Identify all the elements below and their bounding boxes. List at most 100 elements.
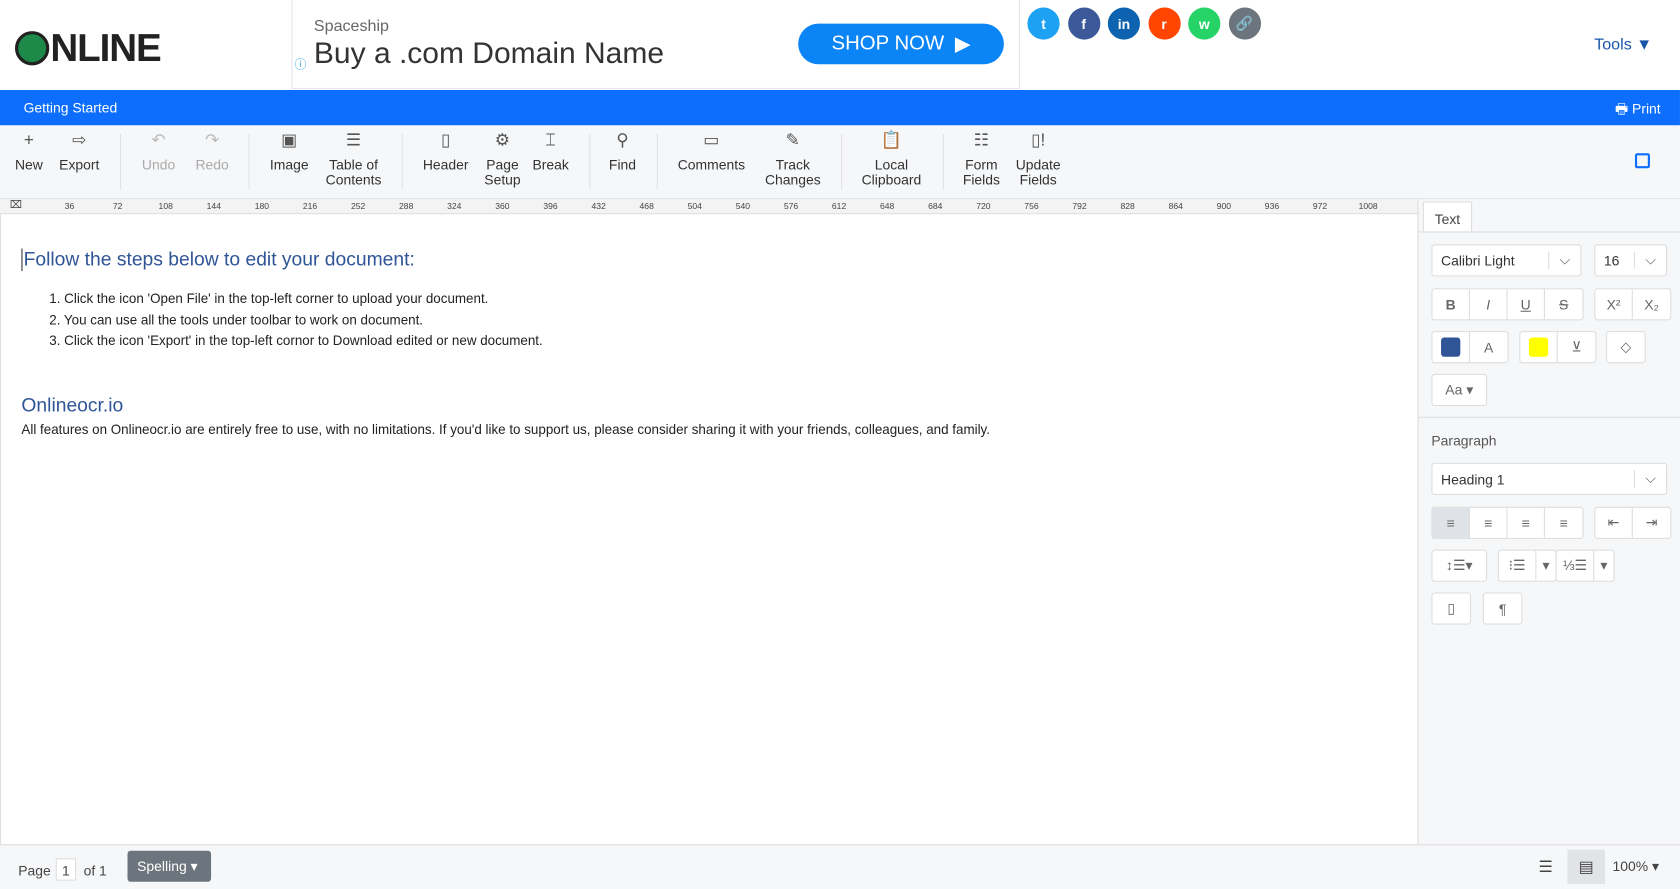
new-button[interactable]: + New (14, 131, 43, 173)
numbered-dropdown-icon[interactable]: ▾ (1594, 551, 1613, 581)
step-item[interactable]: 2. You can use all the tools under toolb… (49, 310, 542, 331)
toolbar-divider (401, 133, 403, 190)
ruler-tick-label: 612 (831, 201, 847, 212)
clear-format-eraser-icon[interactable]: ◇ (1607, 332, 1644, 362)
ruler-tick-label: 144 (206, 201, 221, 212)
link-share-icon[interactable]: 🔗 (1228, 7, 1261, 40)
toolbar-label: Page Setup (484, 156, 521, 188)
track-changes-button[interactable]: ✎ Track Changes (764, 132, 821, 188)
ad-banner[interactable]: ⓘ Spaceship Buy a .com Domain Name SHOP … (291, 0, 1020, 89)
font-color-button[interactable] (1432, 332, 1470, 363)
undo-icon: ↶ (151, 131, 166, 150)
font-color-icon[interactable]: A (1470, 332, 1507, 362)
print-layout-icon[interactable]: ☰ (1539, 857, 1553, 876)
document-page[interactable]: Follow the steps below to edit your docu… (0, 214, 1418, 845)
shop-now-button[interactable]: SHOP NOW ▶ (798, 23, 1004, 65)
increase-indent-icon[interactable]: ⇥ (1633, 508, 1670, 538)
image-button[interactable]: ▣ Image (270, 132, 309, 173)
local-clipboard-button[interactable]: 📋 Local Clipboard (861, 132, 922, 188)
ad-title: Buy a .com Domain Name (313, 36, 665, 70)
table-of-contents-button[interactable]: ☰ Table of Contents (325, 132, 382, 188)
comments-button[interactable]: ▭ Comments (678, 131, 745, 173)
whatsapp-share-icon[interactable]: w (1188, 7, 1221, 40)
highlight-icon[interactable]: ⊻ (1558, 332, 1595, 362)
toolbar-divider (656, 133, 658, 190)
update-fields-button[interactable]: ▯! Update Fields (1016, 132, 1061, 188)
tools-menu[interactable]: Tools ▼ (1594, 35, 1652, 53)
decrease-indent-icon[interactable]: ⇤ (1595, 507, 1633, 538)
step-item[interactable]: 1. Click the icon 'Open File' in the top… (49, 289, 542, 310)
subscript-button[interactable]: X₂ (1633, 289, 1670, 319)
comments-icon: ▭ (703, 131, 720, 150)
ruler-tick-label: 828 (1120, 201, 1135, 212)
justify-icon[interactable]: ≡ (1545, 508, 1582, 538)
new-icon: + (23, 131, 34, 150)
ruler-tick-label: 180 (254, 201, 270, 212)
page-number-input[interactable]: 1 (55, 858, 77, 881)
toolbar-label: Table of Contents (325, 156, 382, 188)
print-button[interactable]: 🖶 Print (1615, 100, 1661, 124)
show-hide-marks-icon[interactable]: ¶ (1484, 594, 1521, 624)
page-setup-button[interactable]: ⚙ Page Setup (484, 131, 521, 188)
doc-subheading[interactable]: Onlineocr.io (21, 394, 123, 416)
redo-icon: ↷ (204, 131, 220, 150)
ruler-tick-label: 432 (591, 201, 606, 212)
paragraph-style-select[interactable]: Heading 1 ⌵ (1431, 462, 1668, 495)
step-item[interactable]: 3. Click the icon 'Export' in the top-le… (49, 331, 542, 352)
bullet-list-icon[interactable]: ⁝☰ (1499, 550, 1537, 581)
italic-button[interactable]: I (1470, 289, 1508, 320)
ruler-tick-label: 864 (1168, 201, 1183, 212)
header-button[interactable]: ▯ Header (423, 132, 469, 173)
form-fields-button[interactable]: ☷ Form Fields (963, 132, 1000, 188)
toolbar-divider (841, 133, 843, 190)
site-logo[interactable]: NLINE (14, 26, 162, 71)
twitter-share-icon[interactable]: t (1027, 7, 1060, 40)
undo-button[interactable]: ↶ Undo (142, 131, 175, 173)
paragraph-dialog-icon[interactable]: ▯ (1432, 594, 1469, 624)
toggle-properties-pane-icon[interactable] (1634, 153, 1650, 169)
bold-button[interactable]: B (1432, 289, 1470, 320)
change-case-button[interactable]: Aa ▾ (1432, 375, 1486, 405)
reddit-share-icon[interactable]: r (1148, 7, 1181, 40)
highlight-swatch (1528, 337, 1549, 357)
font-family-select[interactable]: Calibri Light ⌵ (1431, 244, 1582, 277)
steps-list[interactable]: 1. Click the icon 'Open File' in the top… (49, 289, 542, 352)
spelling-button[interactable]: Spelling ▾ (127, 850, 212, 882)
ad-info-icon[interactable]: ⓘ (295, 56, 307, 73)
numbered-list-icon[interactable]: ⅓☰ (1557, 550, 1595, 581)
toolbar-label: Redo (195, 156, 229, 173)
toolbar-label: Find (608, 156, 637, 173)
doc-heading[interactable]: Follow the steps below to edit your docu… (21, 248, 415, 272)
highlight-color-button[interactable] (1520, 332, 1558, 363)
tab-text[interactable]: Text (1422, 201, 1473, 232)
status-bar: Page 1 of 1 Spelling ▾ ☰ ▤ 100% ▾ (0, 844, 1680, 889)
ad-brand: Spaceship (313, 17, 389, 36)
redo-button[interactable]: ↷ Redo (195, 131, 229, 173)
ruler-tick-label: 972 (1312, 201, 1328, 212)
horizontal-ruler[interactable]: ⌧ 36 72 108 144 180 216 252 288 324 360 396 432 468 5… (0, 199, 1418, 215)
toolbar-label: Track Changes (764, 156, 821, 188)
linkedin-share-icon[interactable]: in (1107, 7, 1140, 40)
bullet-dropdown-icon[interactable]: ▾ (1536, 551, 1555, 581)
ruler-tick-label: 468 (639, 201, 654, 212)
break-button[interactable]: ⌶ Break (533, 132, 569, 173)
font-size-select[interactable]: 16 ⌵ (1594, 244, 1668, 277)
underline-button[interactable]: U (1507, 289, 1545, 320)
ruler-tab-icon[interactable]: ⌧ (10, 199, 22, 211)
superscript-button[interactable]: X² (1595, 289, 1633, 320)
web-layout-icon[interactable]: ▤ (1567, 849, 1605, 884)
doc-paragraph[interactable]: All features on Onlineocr.io are entirel… (21, 422, 990, 437)
zoom-select[interactable]: 100% ▾ (1612, 858, 1658, 875)
toolbar-label: Local Clipboard (861, 156, 922, 188)
facebook-share-icon[interactable]: f (1067, 7, 1100, 40)
align-right-icon[interactable]: ≡ (1507, 507, 1545, 538)
find-button[interactable]: ⚲ Find (608, 132, 637, 173)
line-spacing-icon[interactable]: ↕☰▾ (1432, 551, 1486, 581)
toolbar-label: New (14, 156, 43, 173)
title-bar: Getting Started 🖶 Print (0, 89, 1680, 126)
export-button[interactable]: ⇨ Export (59, 132, 99, 173)
page-setup-icon: ⚙ (494, 131, 511, 150)
align-left-icon[interactable]: ≡ (1432, 507, 1470, 538)
strikethrough-button[interactable]: S (1545, 289, 1582, 319)
align-center-icon[interactable]: ≡ (1470, 507, 1508, 538)
